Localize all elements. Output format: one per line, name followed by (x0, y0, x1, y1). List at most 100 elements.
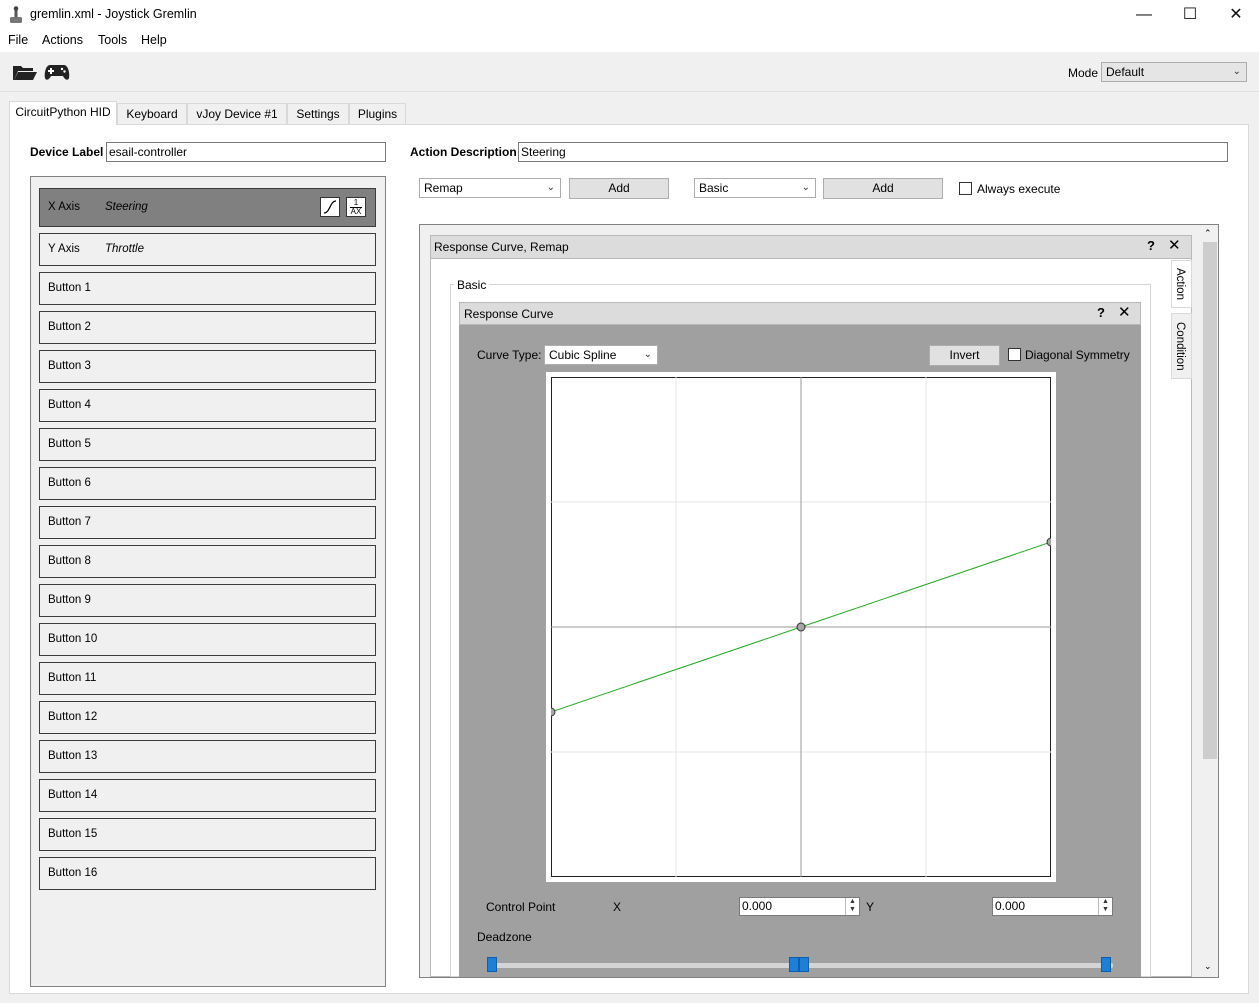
control-point-y-input[interactable]: 0.000 ▲ ▼ (992, 897, 1113, 916)
diagonal-symmetry-label: Diagonal Symmetry (1025, 348, 1130, 362)
deadzone-handle[interactable] (799, 957, 809, 972)
control-point-label: Control Point (486, 900, 556, 914)
action-type-value: Remap (424, 181, 463, 195)
input-row[interactable]: Button 9 (39, 584, 376, 617)
scroll-up-icon[interactable]: ⌃ (1204, 228, 1212, 239)
input-name: Button 9 (48, 594, 91, 606)
response-curve-title: Response Curve (464, 307, 554, 321)
invert-button[interactable]: Invert (929, 345, 1000, 366)
spin-arrows-icon[interactable]: ▲ ▼ (1098, 898, 1112, 915)
input-row[interactable]: Button 13 (39, 740, 376, 773)
gamepad-icon[interactable] (44, 63, 70, 81)
input-name: Button 11 (48, 672, 97, 684)
minimize-button[interactable]: — (1121, 0, 1167, 30)
help-icon[interactable]: ? (1097, 305, 1105, 320)
tab-plugins[interactable]: Plugins (349, 103, 406, 124)
input-row[interactable]: Button 7 (39, 506, 376, 539)
basic-group-label: Basic (454, 278, 490, 292)
control-point-x-input[interactable]: 0.000 ▲ ▼ (739, 897, 860, 916)
input-row[interactable]: Button 16 (39, 857, 376, 890)
close-window-button[interactable]: ✕ (1213, 0, 1259, 30)
mode-value: Default (1106, 65, 1145, 79)
input-name: Button 8 (48, 555, 91, 567)
always-execute-label: Always execute (977, 182, 1061, 196)
control-point-handle[interactable] (1046, 537, 1051, 547)
maximize-button[interactable]: ☐ (1167, 0, 1213, 30)
add-action-button[interactable]: Add (569, 178, 669, 199)
close-icon[interactable]: ✕ (1168, 236, 1181, 254)
input-name: Button 6 (48, 477, 91, 489)
add-container-button[interactable]: Add (823, 178, 943, 199)
always-execute-checkbox[interactable] (959, 182, 972, 195)
deadzone-handle[interactable] (1101, 957, 1111, 972)
input-row[interactable]: Button 3 (39, 350, 376, 383)
input-row[interactable]: Button 2 (39, 311, 376, 344)
input-row[interactable]: Button 11 (39, 662, 376, 695)
menu-bar (0, 30, 1259, 52)
input-name: Button 3 (48, 360, 91, 372)
chevron-down-icon: ⌄ (801, 182, 810, 193)
action-type-select[interactable]: Remap ⌄ (419, 178, 561, 198)
input-row[interactable]: X Axis Steering 1 AX (39, 188, 376, 227)
input-name: Button 13 (48, 750, 98, 762)
menu-file[interactable]: File (8, 33, 28, 47)
tab-keyboard[interactable]: Keyboard (117, 103, 187, 124)
remap-axis-icon: 1 AX (346, 197, 366, 217)
control-point-handle[interactable] (796, 622, 806, 632)
curve-type-label: Curve Type: (477, 348, 542, 362)
help-icon[interactable]: ? (1147, 238, 1155, 253)
remap-axis-icon-text: AX (350, 207, 362, 216)
input-row[interactable]: Button 10 (39, 623, 376, 656)
input-name: Button 5 (48, 438, 91, 450)
input-name: Button 16 (48, 867, 98, 879)
open-folder-icon[interactable] (12, 62, 38, 82)
input-description: Throttle (105, 243, 144, 255)
input-name: Button 2 (48, 321, 91, 333)
deadzone-handle[interactable] (789, 957, 799, 972)
input-name: Button 15 (48, 828, 98, 840)
input-name: Button 10 (48, 633, 98, 645)
control-point-handle[interactable] (551, 707, 556, 717)
mode-select[interactable]: Default ⌄ (1101, 62, 1247, 82)
input-name: Button 4 (48, 399, 91, 411)
input-row[interactable]: Button 14 (39, 779, 376, 812)
input-row[interactable]: Button 6 (39, 467, 376, 500)
chevron-down-icon: ⌄ (1232, 66, 1241, 77)
chevron-down-icon: ⌄ (546, 182, 555, 193)
scrollbar-thumb[interactable] (1203, 242, 1217, 759)
spin-arrows-icon[interactable]: ▲ ▼ (845, 898, 859, 915)
tab-circuitpython-hid[interactable]: CircuitPython HID (9, 101, 117, 125)
deadzone-handle[interactable] (487, 957, 497, 972)
tab-vjoy-device-1[interactable]: vJoy Device #1 (187, 103, 287, 124)
input-name: Button 12 (48, 711, 98, 723)
menu-actions[interactable]: Actions (42, 33, 83, 47)
device-label-input[interactable]: esail-controller (106, 142, 386, 162)
input-row[interactable]: Button 15 (39, 818, 376, 851)
action-description-caption: Action Description (410, 145, 517, 159)
diagonal-symmetry-checkbox[interactable] (1008, 348, 1021, 361)
condition-type-select[interactable]: Basic ⌄ (694, 178, 816, 198)
input-row[interactable]: Button 1 (39, 272, 376, 305)
control-point-x-value: 0.000 (742, 899, 773, 913)
input-name: X Axis (48, 201, 80, 213)
scroll-down-icon[interactable]: ⌄ (1204, 961, 1212, 972)
window-title: gremlin.xml - Joystick Gremlin (30, 7, 197, 21)
response-curve-graph[interactable] (551, 377, 1051, 877)
remap-axis-icon-number: 1 (353, 198, 359, 207)
input-row[interactable]: Y Axis Throttle (39, 233, 376, 266)
menu-tools[interactable]: Tools (98, 33, 127, 47)
tab-settings[interactable]: Settings (287, 103, 349, 124)
device-label-caption: Device Label (30, 145, 104, 159)
input-description: Steering (105, 201, 148, 213)
y-label: Y (866, 900, 875, 914)
close-icon[interactable]: ✕ (1118, 303, 1131, 321)
response-curve-icon (320, 197, 340, 217)
menu-help[interactable]: Help (141, 33, 167, 47)
input-row[interactable]: Button 8 (39, 545, 376, 578)
curve-type-select[interactable]: Cubic Spline ⌄ (544, 345, 658, 365)
action-description-input[interactable]: Steering (518, 142, 1228, 162)
input-row[interactable]: Button 4 (39, 389, 376, 422)
input-row[interactable]: Button 12 (39, 701, 376, 734)
input-row[interactable]: Button 5 (39, 428, 376, 461)
input-name: Button 14 (48, 789, 98, 801)
